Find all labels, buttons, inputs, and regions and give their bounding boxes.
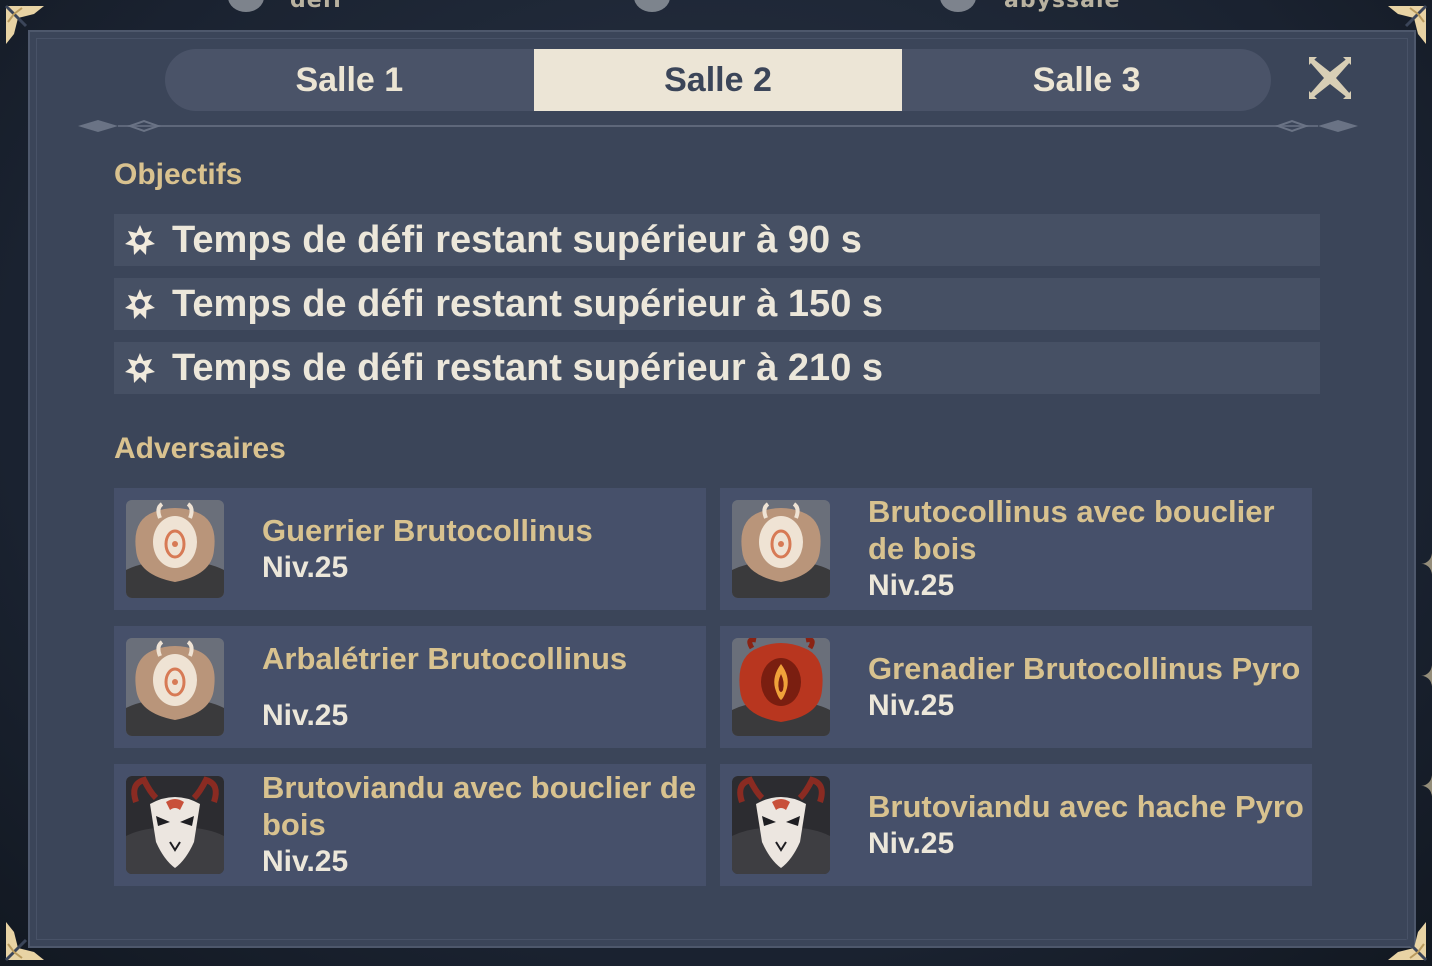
objectives-title: Objectifs xyxy=(114,158,243,191)
background-circle-icon xyxy=(940,0,976,12)
enemy-card[interactable]: Arbalétrier Brutocollinus Niv.25 xyxy=(114,626,706,748)
objective-text: Temps de défi restant supérieur à 210 s xyxy=(172,346,884,389)
tab-salle-3[interactable]: Salle 3 xyxy=(902,49,1271,111)
enemy-card[interactable]: Grenadier Brutocollinus Pyro Niv.25 xyxy=(720,626,1312,748)
side-decoration-icon: ✦ xyxy=(1420,660,1432,693)
enemy-level: Niv.25 xyxy=(262,845,349,878)
background-label-right: abyssale xyxy=(1004,0,1121,13)
objective-item: Temps de défi restant supérieur à 210 s xyxy=(114,342,1320,394)
objective-text: Temps de défi restant supérieur à 90 s xyxy=(172,218,862,261)
enemy-name: Grenadier Brutocollinus Pyro xyxy=(868,650,1301,686)
hilichurl-mask-icon xyxy=(126,500,224,598)
enemy-name: Guerrier Brutocollinus xyxy=(262,512,593,548)
objective-item: Temps de défi restant supérieur à 90 s xyxy=(114,214,1320,266)
pyro-hilichurl-icon xyxy=(732,638,830,736)
enemy-level: Niv.25 xyxy=(262,698,349,732)
abyss-chamber-screen: défi abyssale ✦ ✦ ✦ Salle 1 Salle 2 Sall… xyxy=(0,0,1432,966)
adversaries-title: Adversaires xyxy=(114,432,286,465)
corner-ornament-icon xyxy=(4,4,48,48)
corner-ornament-icon xyxy=(4,918,48,962)
star-icon xyxy=(122,350,158,386)
tab-salle-2[interactable]: Salle 2 xyxy=(533,49,903,111)
enemy-name: Brutoviandu avec bouclier de bois xyxy=(262,770,697,842)
enemy-name: Brutocollinus avec bouclier de bois xyxy=(868,494,1275,566)
background-circle-icon xyxy=(634,0,670,12)
enemy-name: Arbalétrier Brutocollinus xyxy=(262,640,628,676)
side-decoration-icon: ✦ xyxy=(1420,770,1432,803)
enemy-level: Niv.25 xyxy=(868,569,955,602)
enemy-name: Brutoviandu avec hache Pyro xyxy=(868,788,1304,824)
star-icon xyxy=(122,286,158,322)
close-button[interactable] xyxy=(1304,52,1356,104)
enemy-level: Niv.25 xyxy=(868,688,955,722)
corner-ornament-icon xyxy=(1384,4,1428,48)
enemy-card[interactable]: Brutoviandu avec bouclier de bois Niv.25 xyxy=(114,764,706,886)
adversaries-grid: Guerrier Brutocollinus Niv.25 Brutocolli… xyxy=(114,488,1314,886)
objectives-list: Temps de défi restant supérieur à 90 s T… xyxy=(114,214,1320,406)
enemy-card[interactable]: Brutoviandu avec hache Pyro Niv.25 xyxy=(720,764,1312,886)
mitachurl-mask-icon xyxy=(126,776,224,874)
corner-ornament-icon xyxy=(1384,918,1428,962)
background-circle-icon xyxy=(228,0,264,12)
side-decoration-icon: ✦ xyxy=(1420,548,1432,581)
objective-item: Temps de défi restant supérieur à 150 s xyxy=(114,278,1320,330)
mitachurl-mask-icon xyxy=(732,776,830,874)
close-icon xyxy=(1309,57,1351,99)
chamber-tabs: Salle 1 Salle 2 Salle 3 xyxy=(165,49,1271,111)
ornament-divider xyxy=(78,119,1358,133)
background-strip: défi abyssale xyxy=(0,0,1432,16)
tab-salle-1[interactable]: Salle 1 xyxy=(165,49,534,111)
hilichurl-mask-icon xyxy=(732,500,830,598)
background-label-left: défi xyxy=(290,0,342,13)
enemy-level: Niv.25 xyxy=(868,826,955,860)
star-icon xyxy=(122,222,158,258)
enemy-card[interactable]: Guerrier Brutocollinus Niv.25 xyxy=(114,488,706,610)
chamber-details-panel: Salle 1 Salle 2 Salle 3 Objectifs Temps … xyxy=(28,30,1416,948)
enemy-card[interactable]: Brutocollinus avec bouclier de bois Niv.… xyxy=(720,488,1312,610)
objective-text: Temps de défi restant supérieur à 150 s xyxy=(172,282,884,325)
hilichurl-mask-icon xyxy=(126,638,224,736)
enemy-level: Niv.25 xyxy=(262,550,349,584)
